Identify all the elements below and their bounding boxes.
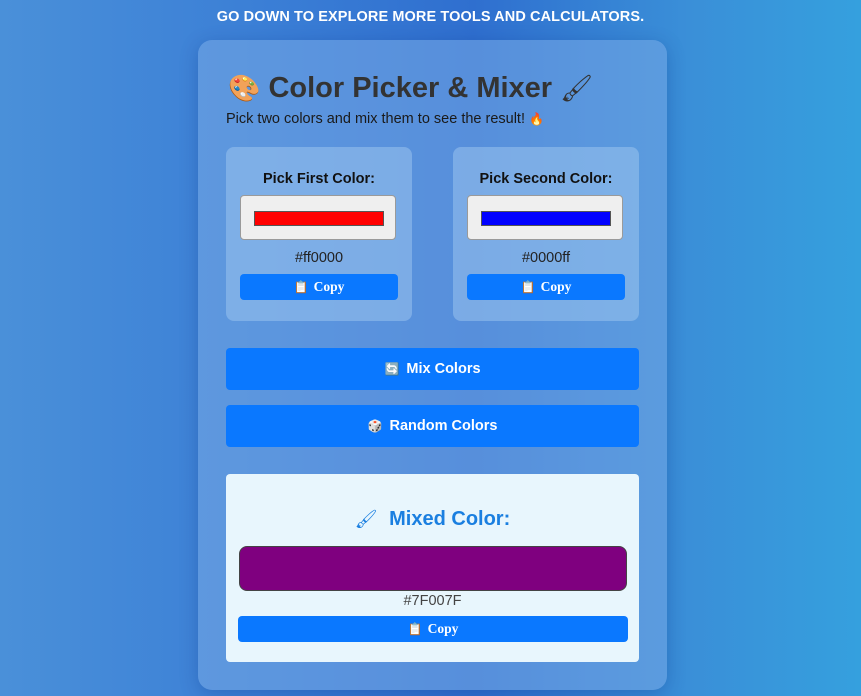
paintbrush-icon: 🖌 xyxy=(354,509,378,530)
palette-icon: 🎨 xyxy=(228,74,261,104)
page-title: 🎨 Color Picker & Mixer 🖌 xyxy=(228,72,593,105)
copy-label: Copy xyxy=(313,279,345,294)
color-mixer-card: 🎨 Color Picker & Mixer 🖌 Pick two colors… xyxy=(198,40,667,690)
dice-icon: 🎲 xyxy=(367,419,383,433)
random-colors-button[interactable]: 🎲 Random Colors xyxy=(226,405,639,447)
second-color-hex: #0000ff xyxy=(521,250,571,266)
copy-label: Copy xyxy=(427,621,459,636)
copy-mixed-color-button[interactable]: 📋 Copy xyxy=(238,616,628,642)
first-color-hex: #ff0000 xyxy=(294,250,344,266)
copy-first-color-button[interactable]: 📋 Copy xyxy=(240,274,398,300)
page-subtitle-text: Pick two colors and mix them to see the … xyxy=(226,111,525,127)
page-subtitle: Pick two colors and mix them to see the … xyxy=(226,111,544,127)
first-color-label: Pick First Color: xyxy=(263,171,375,187)
random-colors-label: Random Colors xyxy=(389,418,498,434)
mixed-color-result: 🖌 Mixed Color: #7F007F 📋 Copy xyxy=(226,474,639,662)
mixed-color-title: 🖌 Mixed Color: xyxy=(226,508,639,531)
second-color-input[interactable] xyxy=(467,195,623,240)
second-color-swatch xyxy=(481,211,611,226)
refresh-icon: 🔄 xyxy=(384,362,400,376)
paintbrush-icon: 🖌 xyxy=(560,74,594,104)
first-color-swatch xyxy=(254,211,384,226)
clipboard-icon: 📋 xyxy=(407,622,423,636)
first-color-picker: Pick First Color: #ff0000 📋 Copy xyxy=(226,147,412,321)
page-title-text: Color Picker & Mixer xyxy=(268,72,553,104)
first-color-input[interactable] xyxy=(240,195,396,240)
fire-icon: 🔥 xyxy=(529,112,544,126)
clipboard-icon: 📋 xyxy=(520,280,536,294)
explore-banner: GO DOWN TO EXPLORE MORE TOOLS AND CALCUL… xyxy=(216,9,645,25)
second-color-picker: Pick Second Color: #0000ff 📋 Copy xyxy=(453,147,639,321)
mix-colors-button[interactable]: 🔄 Mix Colors xyxy=(226,348,639,390)
mix-colors-label: Mix Colors xyxy=(406,361,481,377)
mixed-color-title-text: Mixed Color: xyxy=(389,508,511,530)
copy-label: Copy xyxy=(540,279,572,294)
mixed-color-hex: #7F007F xyxy=(403,593,462,609)
second-color-label: Pick Second Color: xyxy=(479,171,613,187)
mixed-color-swatch xyxy=(239,546,627,591)
copy-second-color-button[interactable]: 📋 Copy xyxy=(467,274,625,300)
clipboard-icon: 📋 xyxy=(293,280,309,294)
